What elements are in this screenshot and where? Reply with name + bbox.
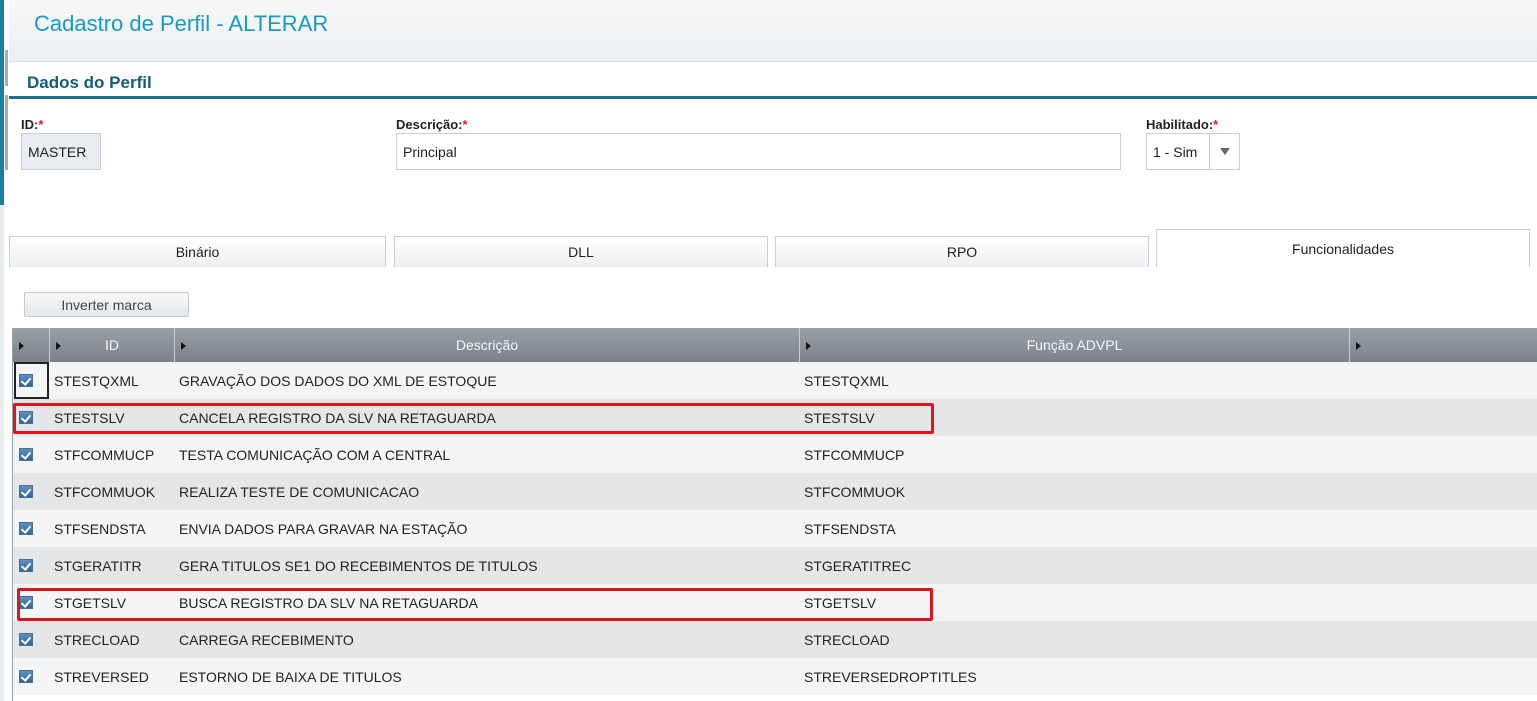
left-marker-top [5,50,8,86]
habilitado-select-value: 1 - Sim [1153,143,1198,160]
row-pointer-icon [806,342,811,350]
checkbox-checked-icon[interactable] [19,522,33,535]
id-field-value: MASTER [28,143,87,160]
habilitado-select[interactable]: 1 - Sim [1146,133,1240,170]
id-label: ID:* [21,117,43,132]
header-funcao[interactable]: Função ADVPL [800,328,1350,362]
descricao-field[interactable]: Principal [396,133,1121,170]
section-divider [9,96,1537,99]
descricao-label: Descrição:* [396,117,468,132]
cell-funcao: STREVERSEDROPTITLES [804,668,977,685]
left-marker-bottom [5,95,8,170]
dropdown-arrow-icon[interactable] [1209,134,1239,169]
cell-descricao: CARREGA RECEBIMENTO [179,631,354,648]
cell-funcao: STFSENDSTA [804,520,896,537]
habilitado-label: Habilitado:* [1146,117,1218,132]
cell-id: STREVERSED [54,668,149,685]
cell-id: STFSENDSTA [54,520,146,537]
habilitado-label-text: Habilitado: [1146,117,1214,132]
tab-label: Funcionalidades [1292,240,1394,257]
table-row[interactable]: STFCOMMUOK REALIZA TESTE DE COMUNICACAO … [13,473,1537,510]
checkbox-checked-icon[interactable] [19,374,33,387]
tab-label: DLL [568,244,594,260]
header-descricao[interactable]: Descrição [175,328,800,362]
checkbox-checked-icon[interactable] [19,448,33,461]
left-edge-strip [0,0,8,701]
section-title: Dados do Perfil [27,73,152,92]
cell-descricao: ESTORNO DE BAIXA DE TITULOS [179,668,402,685]
highlight-box-stgetslv [17,588,933,621]
id-field[interactable]: MASTER [21,133,101,170]
table-row[interactable]: STGERATITR GERA TITULOS SE1 DO RECEBIMEN… [13,547,1537,584]
checkbox-checked-icon[interactable] [19,485,33,498]
tab-label: RPO [946,244,978,260]
cell-descricao: REALIZA TESTE DE COMUNICACAO [179,483,420,500]
cell-id: STFCOMMUCP [54,446,155,463]
cell-funcao: STFCOMMUCP [804,446,905,463]
cell-funcao: STESTQXML [804,372,889,389]
required-mark: * [38,117,44,132]
invert-selection-button[interactable]: Inverter marca [24,292,189,317]
cell-descricao: GERA TITULOS SE1 DO RECEBIMENTOS DE TITU… [179,557,538,574]
table-row[interactable]: STREVERSED ESTORNO DE BAIXA DE TITULOS S… [13,658,1537,695]
table-header: ID Descrição Função ADVPL [13,328,1537,362]
cell-descricao: TESTA COMUNICAÇÃO COM A CENTRAL [179,446,451,463]
row-pointer-icon [19,342,24,350]
header-id-label: ID [105,337,119,353]
table-row[interactable]: STFSENDSTA ENVIA DADOS PARA GRAVAR NA ES… [13,510,1537,547]
descricao-label-text: Descrição: [396,117,463,132]
row-pointer-icon [1356,342,1361,350]
row-pointer-icon [181,342,186,350]
header-extra[interactable] [1350,328,1537,362]
cell-funcao: STFCOMMUOK [804,483,906,500]
cell-id: STFCOMMUOK [54,483,156,500]
cell-id: STRECLOAD [54,631,140,648]
cell-funcao: STGERATITREC [804,557,912,574]
page-header: Cadastro de Perfil - ALTERAR [9,0,1537,62]
descricao-field-value: Principal [403,143,457,160]
required-mark: * [462,117,468,132]
functions-table: ID Descrição Função ADVPL STESTQXML GRAV… [12,328,1537,701]
left-accent-bar [0,0,4,205]
checkbox-checked-icon[interactable] [19,633,33,646]
table-row[interactable]: STFCOMMUCP TESTA COMUNICAÇÃO COM A CENTR… [13,436,1537,473]
invert-selection-label: Inverter marca [61,296,152,313]
checkbox-checked-icon[interactable] [19,559,33,572]
cell-id: STESTQXML [54,372,139,389]
header-id[interactable]: ID [50,328,175,362]
table-row[interactable]: STRECLOAD CARREGA RECEBIMENTO STRECLOAD [13,621,1537,658]
header-funcao-label: Função ADVPL [1026,337,1123,353]
tab-binario[interactable]: Binário [9,236,386,267]
profile-edit-page: Cadastro de Perfil - ALTERAR Dados do Pe… [0,0,1537,701]
id-label-text: ID: [21,117,39,132]
tab-rpo[interactable]: RPO [775,236,1149,267]
row-pointer-icon [56,342,61,350]
cell-descricao: ENVIA DADOS PARA GRAVAR NA ESTAÇÃO [179,520,468,537]
checkbox-checked-icon[interactable] [19,670,33,683]
cell-funcao: STRECLOAD [804,631,890,648]
required-mark: * [1213,117,1219,132]
header-descricao-label: Descrição [455,337,519,353]
highlight-box-steslv [13,403,934,434]
header-select-column[interactable] [13,328,50,362]
table-row[interactable]: STESTQXML GRAVAÇÃO DOS DADOS DO XML DE E… [13,362,1537,399]
tab-funcionalidades[interactable]: Funcionalidades [1156,229,1530,267]
cell-descricao: GRAVAÇÃO DOS DADOS DO XML DE ESTOQUE [179,372,497,389]
page-title: Cadastro de Perfil - ALTERAR [34,11,329,36]
cell-id: STGERATITR [54,557,142,574]
tab-dll[interactable]: DLL [394,236,768,267]
tab-label: Binário [175,244,220,260]
